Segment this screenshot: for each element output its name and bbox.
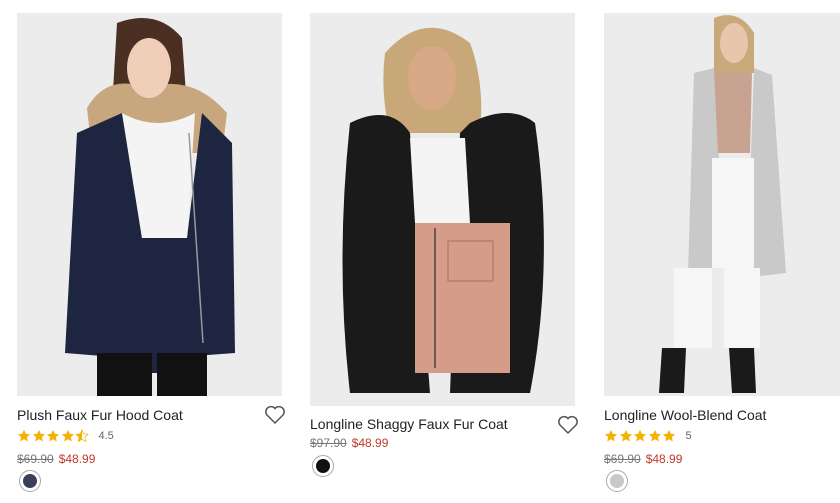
model-photo-coat-grey: [604, 13, 840, 396]
sale-price: $48.99: [645, 452, 683, 466]
rating-value: 4.5: [98, 430, 114, 442]
price: $69.90 $48.99: [604, 452, 682, 466]
sale-price: $48.99: [351, 436, 389, 450]
model-photo-coat-navy: [17, 13, 282, 396]
original-price: $97.90: [310, 436, 347, 450]
rating-value: 5: [685, 430, 692, 442]
price: $69.90 $48.99: [17, 452, 95, 466]
product-name[interactable]: Longline Shaggy Faux Fur Coat: [310, 416, 508, 432]
product-image[interactable]: [17, 13, 282, 396]
product-name[interactable]: Longline Wool-Blend Coat: [604, 407, 766, 423]
product-name[interactable]: Plush Faux Fur Hood Coat: [17, 407, 183, 423]
star-icon: [604, 429, 618, 442]
sale-price: $48.99: [58, 452, 96, 466]
star-rating: 4.5: [17, 428, 114, 444]
wishlist-heart-icon[interactable]: [557, 415, 579, 435]
star-icon: [662, 429, 676, 442]
star-icon: [619, 429, 632, 442]
star-icon: [648, 429, 661, 442]
color-swatch[interactable]: [19, 470, 41, 492]
model-photo-coat-black: [310, 13, 575, 406]
star-rating: 5: [604, 428, 692, 444]
half-star-icon: [75, 429, 89, 443]
star-icon: [61, 429, 74, 442]
color-swatch[interactable]: [606, 470, 628, 492]
color-swatch[interactable]: [312, 455, 334, 477]
star-icon: [633, 429, 647, 442]
original-price: $69.90: [604, 452, 641, 466]
star-icon: [17, 429, 31, 442]
wishlist-heart-icon[interactable]: [264, 405, 286, 425]
star-icon: [32, 429, 45, 442]
product-image[interactable]: [604, 13, 840, 396]
price: $97.90 $48.99: [310, 436, 388, 450]
original-price: $69.90: [17, 452, 54, 466]
product-image[interactable]: [310, 13, 575, 406]
star-icon: [46, 429, 60, 442]
